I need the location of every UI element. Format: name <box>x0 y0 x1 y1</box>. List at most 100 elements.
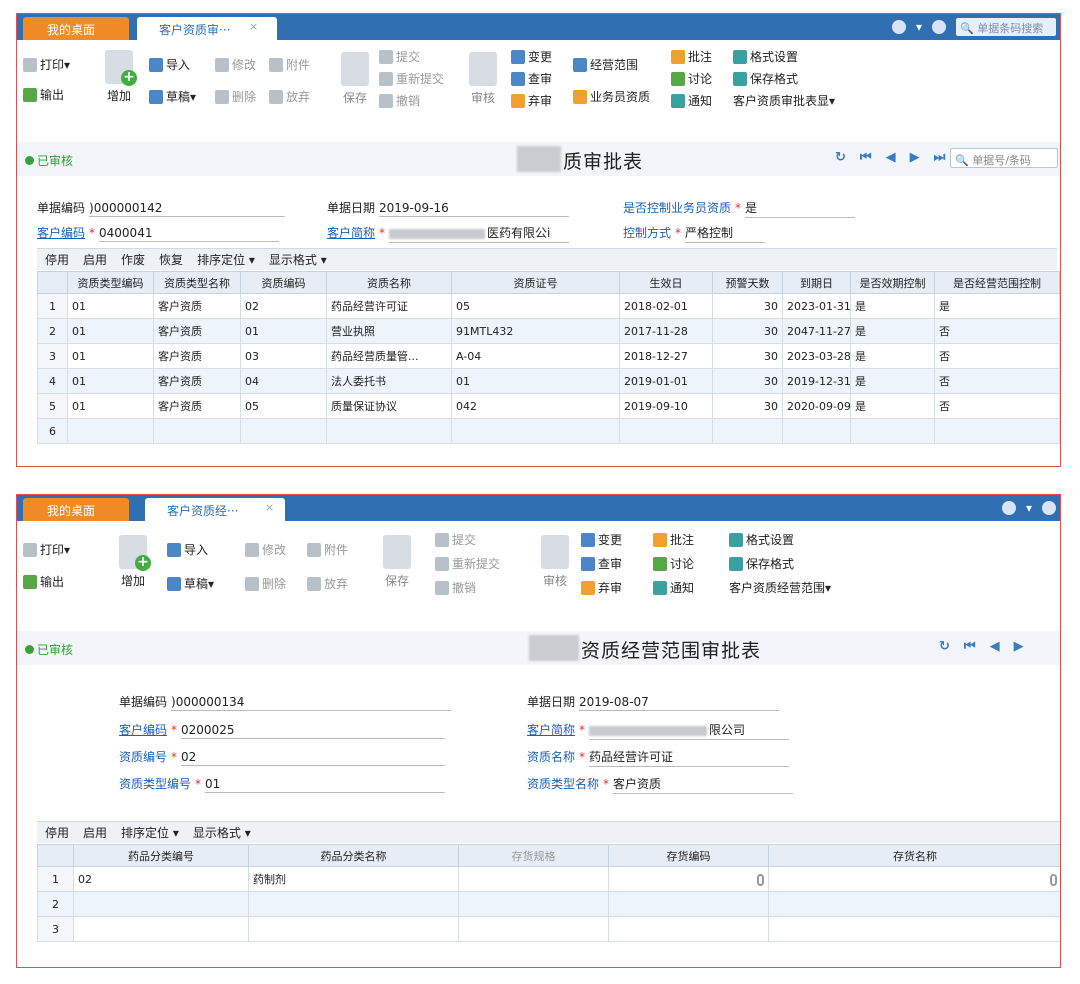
field-label[interactable]: 客户编码 <box>119 721 167 738</box>
submit-button[interactable]: 提交 <box>435 531 476 548</box>
doc-number-value[interactable]: )000000142 <box>89 201 286 217</box>
user-icon[interactable] <box>891 20 906 34</box>
column-header[interactable]: 存货名称 <box>768 844 1060 867</box>
table-cell[interactable]: 是 <box>850 343 935 369</box>
check-button[interactable]: 查审 <box>511 70 552 87</box>
enable-button[interactable]: 启用 <box>83 824 107 841</box>
edit-button[interactable]: 修改 <box>215 56 256 73</box>
column-header[interactable]: 资质类型编码 <box>67 271 154 294</box>
refresh-icon[interactable]: ↻ <box>835 150 846 165</box>
submit-button[interactable]: 提交 <box>379 48 420 65</box>
table-cell[interactable] <box>712 418 783 444</box>
table-cell[interactable]: 30 <box>712 293 783 319</box>
import-button[interactable]: 导入 <box>167 541 208 558</box>
control-mode-value[interactable]: 严格控制 <box>685 224 766 243</box>
restore-button[interactable]: 恢复 <box>159 251 183 268</box>
save-button[interactable]: 保存 <box>341 52 369 106</box>
customer-code-value[interactable]: 0400041 <box>99 226 280 242</box>
column-header[interactable]: 是否经营范围控制 <box>934 271 1060 294</box>
table-cell[interactable] <box>934 418 1060 444</box>
abandon-button[interactable]: 弃审 <box>581 579 622 596</box>
qualification-name-value[interactable]: 药品经营许可证 <box>589 748 790 767</box>
annotate-button[interactable]: 批注 <box>653 531 694 548</box>
paperclip-icon[interactable] <box>757 874 764 886</box>
table-cell[interactable]: 05 <box>451 293 620 319</box>
abandon-button[interactable]: 弃审 <box>511 92 552 109</box>
disable-button[interactable]: 停用 <box>45 251 69 268</box>
table-cell[interactable]: 01 <box>67 368 154 394</box>
table-cell[interactable]: 2023-03-28 <box>782 343 851 369</box>
tab-customer-scope[interactable]: 客户资质经··· <box>145 498 285 521</box>
chevron-down-icon[interactable]: ▾ <box>916 20 922 34</box>
column-header[interactable]: 存货编码 <box>608 844 769 867</box>
doc-search-input[interactable]: 🔍 单据号/条码 <box>950 148 1058 168</box>
display-format-dropdown[interactable]: 显示格式 ▾ <box>269 251 327 268</box>
next-record-icon[interactable]: ▶ <box>1014 639 1024 654</box>
scope-button[interactable]: 经营范围 <box>573 56 638 73</box>
field-label[interactable]: 客户简称 <box>327 224 375 241</box>
column-header[interactable]: 资质名称 <box>326 271 452 294</box>
customer-name-value[interactable]: 医药有限公i <box>389 224 570 243</box>
field-label[interactable]: 客户简称 <box>527 721 575 738</box>
table-cell[interactable]: 03 <box>240 343 327 369</box>
format-settings-button[interactable]: 格式设置 <box>729 531 794 548</box>
revoke-button[interactable]: 撤销 <box>379 92 420 109</box>
change-button[interactable]: 变更 <box>581 531 622 548</box>
table-cell[interactable]: 客户资质 <box>153 343 241 369</box>
table-cell[interactable] <box>608 891 769 917</box>
first-record-icon[interactable]: ⏮ <box>860 150 872 165</box>
doc-number-value[interactable]: )000000134 <box>171 695 452 711</box>
refresh-icon[interactable]: ↻ <box>939 639 950 654</box>
table-cell[interactable] <box>67 418 154 444</box>
table-cell[interactable]: 02 <box>73 866 249 892</box>
table-cell[interactable]: 01 <box>240 318 327 344</box>
table-cell[interactable]: 2018-02-01 <box>619 293 713 319</box>
table-cell[interactable] <box>248 891 459 917</box>
table-row[interactable]: 2 <box>37 891 1060 917</box>
table-cell[interactable]: 是 <box>934 293 1060 319</box>
table-cell[interactable]: 30 <box>712 368 783 394</box>
table-cell[interactable] <box>458 916 609 942</box>
table-cell[interactable]: 02 <box>240 293 327 319</box>
table-cell[interactable]: 否 <box>934 318 1060 344</box>
table-cell[interactable]: 是 <box>850 393 935 419</box>
table-cell[interactable]: 30 <box>712 343 783 369</box>
column-header[interactable]: 药品分类编号 <box>73 844 249 867</box>
discard-button[interactable]: 放弃 <box>307 575 348 592</box>
discard-button[interactable]: 放弃 <box>269 88 310 105</box>
next-record-icon[interactable]: ▶ <box>910 150 920 165</box>
display-format-dropdown[interactable]: 客户资质审批表显 ▾ <box>733 92 835 109</box>
first-record-icon[interactable]: ⏮ <box>964 639 976 654</box>
disable-button[interactable]: 停用 <box>45 824 69 841</box>
save-button[interactable]: 保存 <box>383 535 411 589</box>
display-format-dropdown[interactable]: 客户资质经营范围 ▾ <box>729 579 831 596</box>
attach-button[interactable]: 附件 <box>307 541 348 558</box>
table-row[interactable]: 4 01 客户资质 04 法人委托书 01 2019-01-01 30 2019-12-31 是 否 <box>37 368 1060 394</box>
audit-button[interactable]: 审核 <box>469 52 497 106</box>
table-row[interactable]: 1 01 客户资质 02 药品经营许可证 05 2018-02-01 30 2023-01-31… <box>37 293 1060 319</box>
doc-date-value[interactable]: 2019-09-16 <box>379 201 570 217</box>
help-icon[interactable] <box>932 20 946 34</box>
salesman-qualification-button[interactable]: 业务员资质 <box>573 88 650 105</box>
add-button[interactable]: 增加 <box>119 535 151 589</box>
table-cell[interactable] <box>608 866 769 892</box>
customer-name-value[interactable]: 限公司 <box>589 721 790 740</box>
notify-button[interactable]: 通知 <box>653 579 694 596</box>
import-button[interactable]: 导入 <box>149 56 190 73</box>
table-cell[interactable] <box>458 891 609 917</box>
table-cell[interactable] <box>768 916 1060 942</box>
table-row[interactable]: 5 01 客户资质 05 质量保证协议 042 2019-09-10 30 2020-09-09… <box>37 393 1060 419</box>
table-row[interactable]: 3 <box>37 916 1060 942</box>
table-cell[interactable] <box>619 418 713 444</box>
table-cell[interactable]: 否 <box>934 343 1060 369</box>
sort-locate-dropdown[interactable]: 排序定位 ▾ <box>121 824 179 841</box>
table-cell[interactable] <box>768 866 1060 892</box>
table-cell[interactable]: 2019-01-01 <box>619 368 713 394</box>
export-button[interactable]: 输出 <box>23 86 64 103</box>
table-cell[interactable] <box>73 891 249 917</box>
void-button[interactable]: 作废 <box>121 251 145 268</box>
close-icon[interactable]: × <box>265 501 274 514</box>
change-button[interactable]: 变更 <box>511 48 552 65</box>
table-cell[interactable] <box>451 418 620 444</box>
table-cell[interactable] <box>326 418 452 444</box>
